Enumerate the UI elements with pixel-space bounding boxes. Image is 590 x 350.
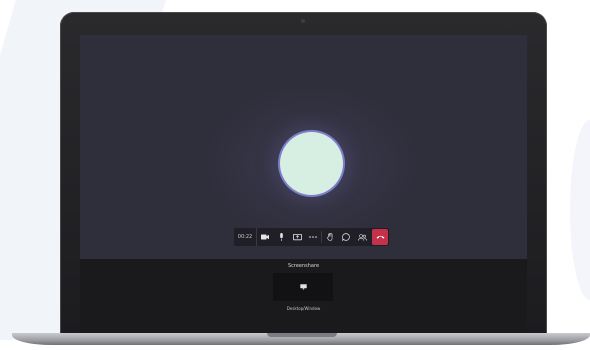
camera-icon [261, 234, 269, 240]
raise-hand-button[interactable] [322, 228, 338, 246]
background-decoration-right [570, 120, 590, 300]
participants-icon [357, 233, 367, 241]
share-screen-icon [292, 233, 302, 240]
desktop-window-icon [299, 284, 307, 290]
chat-icon [342, 233, 350, 241]
participant-avatar[interactable] [280, 132, 343, 195]
laptop-base-notch [267, 333, 337, 337]
hang-up-icon [376, 235, 384, 239]
call-toolbar: 00:22 [234, 228, 389, 246]
microphone-icon [279, 233, 283, 241]
microphone-button[interactable] [273, 228, 289, 246]
camera-button[interactable] [257, 228, 273, 246]
more-options-icon [309, 236, 317, 238]
participants-button[interactable] [354, 228, 370, 246]
call-stage: 00:22 [80, 35, 527, 259]
call-timer: 00:22 [234, 228, 257, 246]
laptop-base [12, 333, 590, 345]
webcam-dot [301, 19, 305, 23]
desktop-window-label: Desktop/Window [286, 306, 321, 311]
share-screen-button[interactable] [289, 228, 305, 246]
hang-up-button[interactable] [372, 229, 388, 245]
raise-hand-icon [326, 233, 332, 241]
screenshare-title: Screenshare [287, 263, 320, 269]
stage: 00:22 Screenshare Desktop/Window [0, 0, 590, 350]
more-options-button[interactable] [305, 228, 321, 246]
laptop-screen: 00:22 Screenshare Desktop/Window [80, 35, 527, 336]
screenshare-panel: Screenshare Desktop/Window [80, 259, 527, 336]
desktop-window-tile[interactable] [273, 273, 333, 301]
chat-button[interactable] [338, 228, 354, 246]
